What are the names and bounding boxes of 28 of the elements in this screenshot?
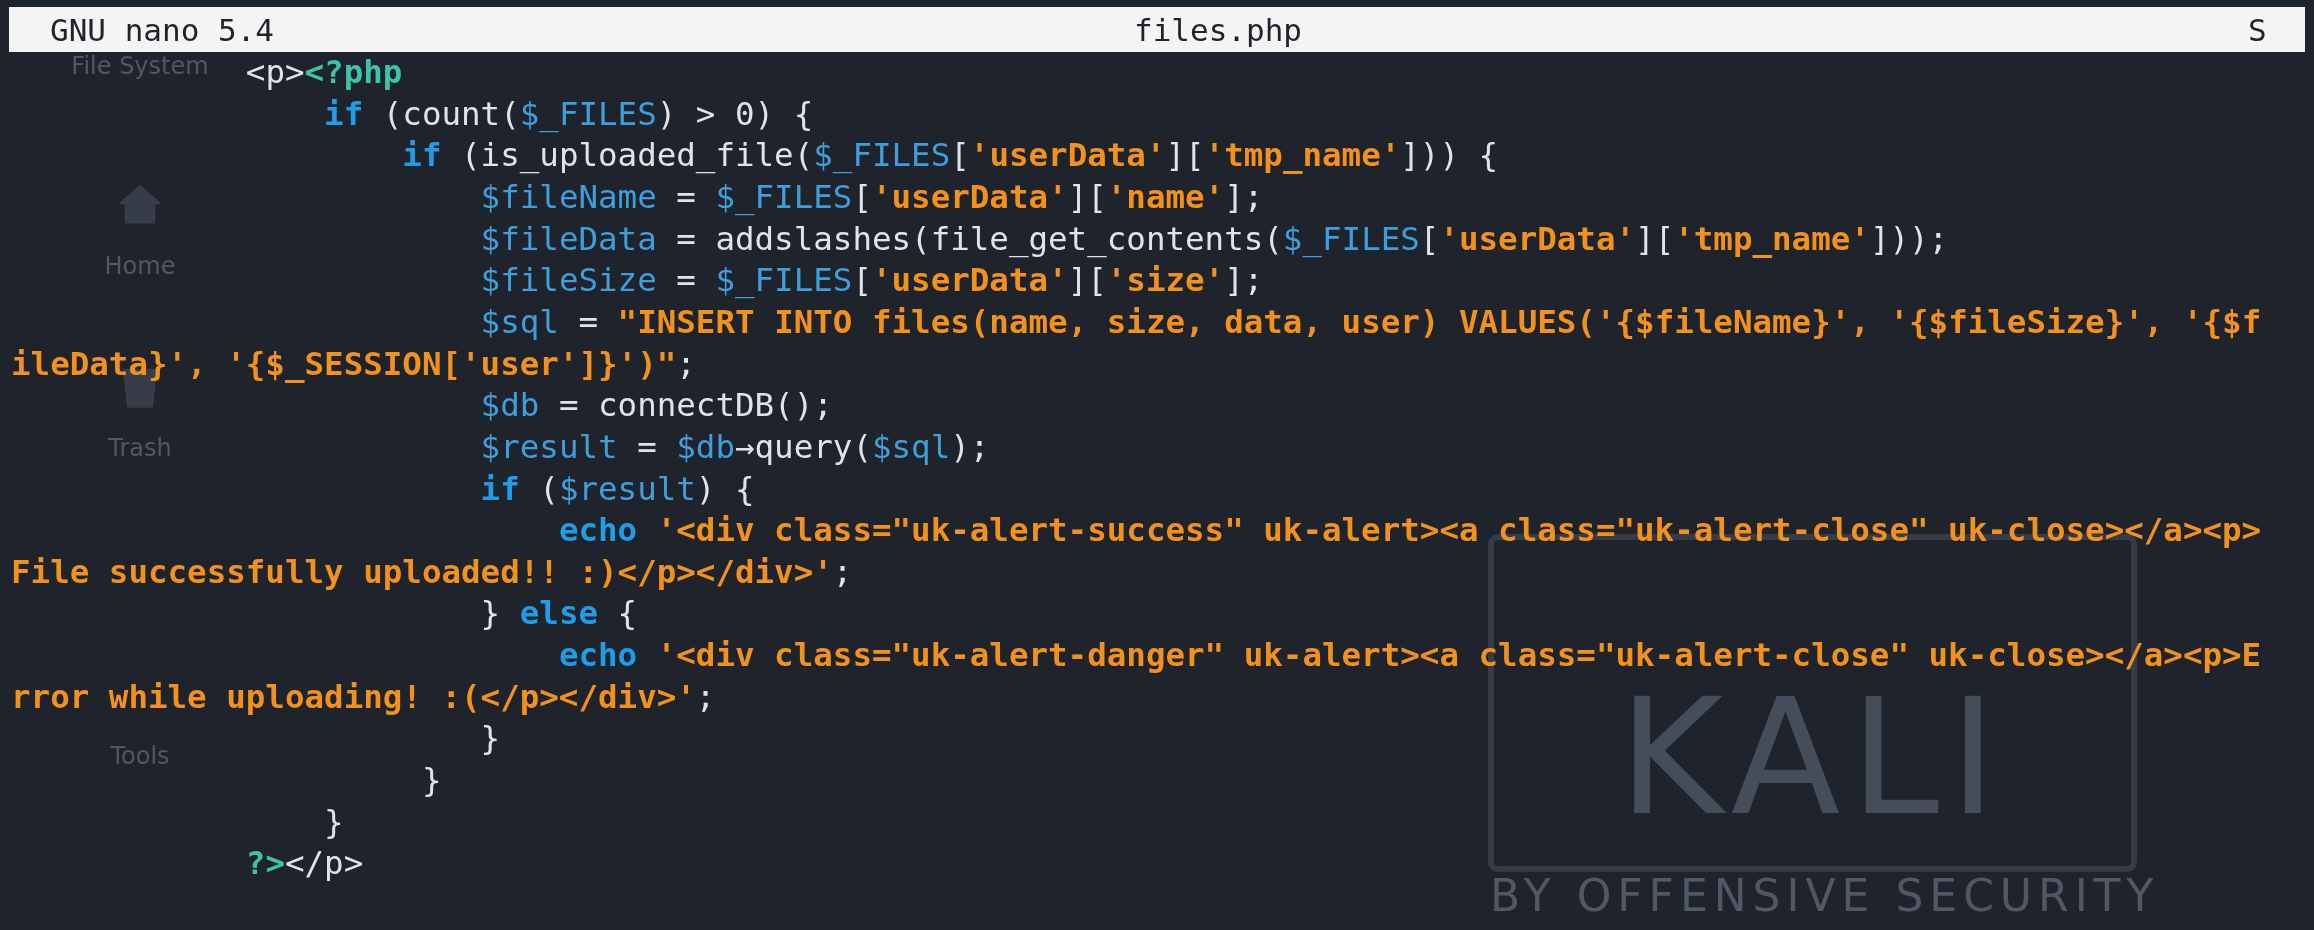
code-line: if (is_uploaded_file($_FILES['userData']['tmp_name'])) {: [402, 137, 1499, 175]
code-line: }: [421, 762, 442, 800]
code-line: <p><?php: [245, 54, 403, 92]
code-line: $fileSize = $_FILES['userData']['size'];: [480, 262, 1264, 300]
desktop-icon-label[interactable]: Tools: [110, 742, 170, 770]
code-line: echo '<div class="uk-alert-success" uk-alert><a class="uk-alert-close" uk-close></a><p>: [558, 512, 2262, 550]
code-line: }: [480, 720, 501, 758]
code-line: File successfully uploaded!! :)</p></div>';: [11, 553, 853, 592]
desktop-icon-label[interactable]: Home: [104, 252, 176, 280]
code-line: ?></p>: [245, 845, 364, 883]
code-line: $result = $db→query($sql);: [480, 428, 990, 467]
app-version: GNU nano 5.4: [50, 11, 274, 48]
code-line: if (count($_FILES) > 0) {: [324, 95, 814, 134]
file-name: files.php: [1134, 11, 1302, 48]
code-line: ileData}', '{$_SESSION['user']}')";: [11, 345, 696, 383]
desktop-icon-label[interactable]: Trash: [108, 434, 172, 462]
status-indicator: S: [2248, 11, 2267, 48]
code-line: $fileName = $_FILES['userData']['name'];: [480, 179, 1264, 217]
code-line: $fileData = addslashes(file_get_contents($_FILES['userData']['tmp_name']));: [480, 220, 1949, 259]
code-line: $sql = "INSERT INTO files(name, size, data, user) VALUES('{$fileName}', '{$fileSize}', '{$f: [480, 303, 2262, 342]
desktop-icon-label[interactable]: File System: [71, 52, 209, 80]
code-line: rror while uploading! :(</p></div>';: [11, 678, 716, 717]
code-line: if ($result) {: [480, 470, 755, 508]
code-line: }: [324, 803, 344, 842]
code-line: $db = connectDB();: [480, 387, 833, 425]
logo-tagline: BY OFFENSIVE SECURITY: [1490, 874, 2160, 918]
code-line: echo '<div class="uk-alert-danger" uk-alert><a class="uk-alert-close" uk-close></a><p>E: [558, 637, 2262, 675]
code-line: } else {: [480, 595, 638, 633]
